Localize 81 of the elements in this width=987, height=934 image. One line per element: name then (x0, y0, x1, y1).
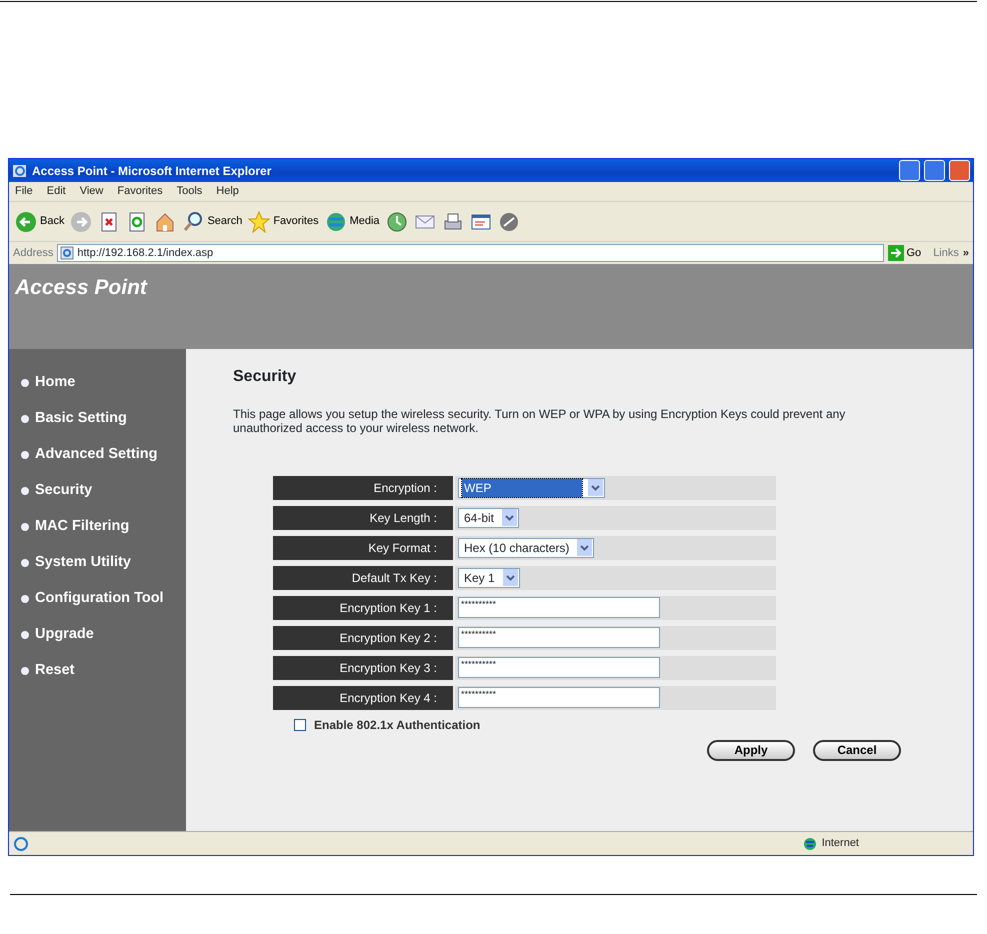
caret-icon (580, 544, 590, 551)
menu-item[interactable]: File (15, 183, 33, 200)
dropdown[interactable]: WEP (458, 478, 605, 498)
sidebar-item[interactable]: Reset (35, 660, 74, 682)
sidebar-item[interactable]: Security (35, 480, 92, 502)
zone-label: Internet (822, 836, 859, 852)
minimize-button[interactable] (899, 160, 920, 181)
toolbar-button[interactable] (154, 210, 176, 232)
password-field[interactable]: ********** (458, 597, 660, 618)
bullet-icon (21, 667, 29, 675)
form-button[interactable]: Cancel (813, 740, 901, 761)
restore-button[interactable] (924, 160, 945, 181)
banner-title: Access Point (15, 276, 147, 299)
go-button[interactable]: Go (888, 244, 922, 262)
toolbar-button[interactable]: Search (182, 210, 242, 232)
field-label: Encryption Key 2 : (273, 626, 453, 650)
page-icon (60, 246, 74, 260)
caret-icon (506, 574, 515, 581)
caret-icon (505, 514, 514, 521)
page-heading: Security (233, 367, 298, 387)
menu-item[interactable]: Edit (46, 183, 66, 200)
bullet-icon (21, 451, 29, 459)
field-label: Key Format : (273, 536, 453, 560)
bullet-icon (21, 631, 29, 639)
globe-icon (324, 210, 347, 232)
bullet-icon (21, 523, 29, 531)
sidebar-item[interactable]: Home (35, 372, 76, 394)
arrow-icon (888, 245, 904, 261)
password-field[interactable]: ********** (458, 687, 660, 708)
globe-icon (804, 838, 816, 850)
sidebar-item[interactable]: Basic Setting (35, 408, 127, 430)
close-button[interactable] (949, 160, 970, 181)
browser-icon (12, 162, 28, 178)
address-label: Address (13, 246, 54, 261)
window-title: Access Point - Microsoft Internet Explorer (32, 162, 272, 180)
search-icon (182, 210, 204, 232)
printer-icon (442, 210, 464, 232)
dropdown[interactable]: Key 1 (458, 568, 520, 588)
field-label: Key Length : (273, 506, 453, 530)
toolbar-button[interactable] (442, 210, 464, 232)
more-chevron[interactable]: » (962, 244, 969, 262)
toolbar-button[interactable]: Media (324, 210, 380, 232)
star-icon (248, 210, 270, 232)
bullet-icon (21, 595, 29, 603)
bullet-icon (21, 415, 29, 423)
field-label: Encryption Key 3 : (273, 656, 453, 680)
sidebar-item[interactable]: System Utility (35, 552, 131, 574)
field-label: Default Tx Key : (273, 566, 453, 590)
sidebar-item[interactable]: Advanced Setting (35, 444, 158, 466)
checkbox-label: Enable 802.1x Authentication (314, 716, 480, 734)
password-field[interactable]: ********** (458, 657, 660, 678)
password-field[interactable]: ********** (458, 627, 660, 648)
caret-icon (591, 484, 600, 491)
house-icon (154, 210, 176, 232)
dropdown[interactable]: 64-bit (458, 508, 520, 528)
field-label: Encryption : (273, 476, 453, 500)
sidebar-item[interactable]: Upgrade (35, 624, 94, 646)
form-button[interactable]: Apply (707, 740, 795, 761)
clock-icon (386, 210, 408, 232)
menu-item[interactable]: View (80, 183, 104, 200)
field-label: Encryption Key 4 : (273, 686, 453, 710)
toolbar-button[interactable]: Back (15, 210, 64, 232)
field-label: Encryption Key 1 : (273, 596, 453, 620)
dropdown[interactable]: Hex (10 characters) (458, 538, 594, 558)
address-field[interactable]: http://192.168.2.1/index.asp (57, 244, 884, 262)
menu-item[interactable]: Favorites (117, 183, 163, 200)
page-icon (13, 836, 29, 852)
bullet-icon (21, 487, 29, 495)
links-button[interactable]: Links (933, 244, 959, 262)
checkbox[interactable] (294, 718, 306, 731)
circle-icon (498, 210, 520, 232)
menu-item[interactable]: Tools (176, 183, 202, 200)
sidebar-item[interactable]: Configuration Tool (35, 588, 164, 610)
bullet-icon (21, 379, 29, 387)
description: This page allows you setup the wireless security. Turn on WEP or WPA by using Encryption Keys could prevent any unauthorized access to your wireless network. (233, 407, 846, 436)
menu-item[interactable]: Help (216, 183, 239, 200)
toolbar-button[interactable]: Favorites (248, 210, 319, 232)
toolbar-button[interactable] (386, 210, 408, 232)
sidebar-item[interactable]: MAC Filtering (35, 516, 130, 538)
toolbar-button[interactable] (498, 210, 520, 232)
bullet-icon (21, 559, 29, 567)
